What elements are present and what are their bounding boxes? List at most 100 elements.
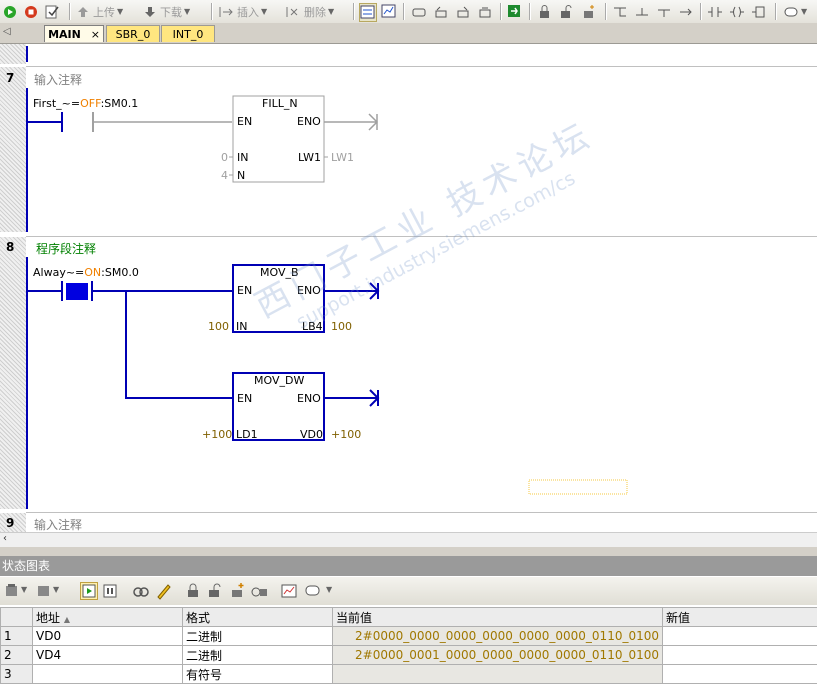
network-9-comment[interactable]: 输入注释 (34, 516, 82, 532)
tool-2-button[interactable] (433, 3, 449, 20)
ladder-editor[interactable]: 7 输入注释 First_~=OFF:SM0.1 FILL_N EN ENO I… (0, 44, 817, 532)
contact-button[interactable] (707, 3, 723, 20)
upload-arrow-icon (78, 6, 88, 17)
row-number[interactable]: 1 (0, 626, 33, 646)
tool-4-button[interactable] (477, 3, 493, 20)
comment-toggle-icon[interactable] (304, 584, 322, 598)
tab-sbr0[interactable]: SBR_0 (106, 25, 160, 42)
branch-down-button[interactable] (634, 3, 650, 20)
splitter[interactable] (0, 547, 817, 556)
table-row[interactable]: 3 有符号 (0, 664, 817, 684)
current-value-column-header[interactable]: 当前值 (332, 607, 663, 627)
trend-chart-icon[interactable] (281, 583, 297, 599)
table-row[interactable]: 1 VD0 二进制 2#0000_0000_0000_0000_0000_000… (0, 626, 817, 646)
lock-2-button[interactable] (559, 3, 574, 20)
address-cell[interactable]: VD4 (32, 645, 183, 665)
mov-b-in-value[interactable]: 100 (208, 320, 229, 333)
sort-ascending-icon: ▲ (63, 614, 70, 624)
tab-sbr0-label: SBR_0 (115, 28, 151, 41)
chart-view-icon[interactable] (36, 583, 52, 599)
format-cell[interactable]: 有符号 (182, 664, 333, 684)
new-value-cell[interactable] (662, 645, 817, 665)
format-column-header[interactable]: 格式 (182, 607, 333, 627)
mov-b-out-pin: LB4 (302, 320, 323, 333)
compile-button[interactable] (44, 3, 60, 20)
row-number[interactable]: 2 (0, 645, 33, 665)
upload-button[interactable]: 上传 ▼ (76, 3, 123, 20)
new-value-column-header[interactable]: 新值 (662, 607, 817, 627)
play-chart-icon (82, 584, 96, 598)
line-right-button[interactable] (678, 3, 694, 20)
force-lock-icon[interactable] (185, 583, 201, 599)
run-button[interactable] (3, 3, 17, 20)
box-button[interactable] (751, 3, 767, 20)
scroll-left-icon[interactable]: ‹ (3, 533, 7, 544)
chevron-down-icon[interactable]: ▼ (21, 585, 27, 594)
branch-button[interactable] (612, 3, 628, 20)
comment-dropdown-button[interactable]: ▼ (783, 3, 807, 20)
tab-close-icon[interactable]: × (91, 28, 100, 41)
address-column-header[interactable]: 地址 ▲ (32, 607, 183, 627)
editor-horizontal-scrollbar[interactable]: ‹ (0, 532, 817, 547)
tab-main[interactable]: MAIN × (44, 25, 104, 42)
tab-scroll-left-icon[interactable]: ◁ (3, 26, 11, 37)
redo-box-icon (457, 6, 469, 17)
stop-icon (25, 5, 37, 18)
mov-dw-out-value[interactable]: +100 (331, 428, 361, 441)
new-value-cell[interactable] (662, 626, 817, 646)
status-chart-header-row: 地址 ▲ 格式 当前值 新值 (0, 607, 817, 627)
tool-1-button[interactable] (411, 3, 427, 20)
address-cell[interactable]: VD0 (32, 626, 183, 646)
row-number[interactable]: 3 (0, 664, 33, 684)
stop-button[interactable] (24, 3, 38, 20)
tab-int0-label: INT_0 (172, 28, 204, 41)
status-chart-table: 地址 ▲ 格式 当前值 新值 1 VD0 二进制 2#0000_0000_000… (0, 607, 817, 684)
trend-view-button[interactable] (381, 3, 397, 20)
run-icon (4, 5, 16, 18)
export-button[interactable] (507, 3, 522, 20)
chart-status-button[interactable] (80, 582, 98, 600)
program-status-button[interactable] (359, 3, 377, 22)
add-chart-icon[interactable] (4, 583, 20, 599)
new-value-cell[interactable] (662, 664, 817, 684)
lock-button[interactable] (537, 3, 552, 20)
network-8-wiring (28, 264, 628, 495)
delete-label: 删除 (304, 5, 326, 19)
unforce-icon[interactable] (207, 583, 223, 599)
table-row[interactable]: 2 VD4 二进制 2#0000_0001_0000_0000_0000_000… (0, 645, 817, 665)
delete-button[interactable]: 删除 ▼ (285, 3, 334, 20)
cursor-placeholder[interactable] (528, 479, 628, 495)
mov-dw-in-value[interactable]: +100 (202, 428, 232, 441)
chevron-down-icon[interactable]: ▼ (53, 585, 59, 594)
read-icon[interactable] (133, 583, 149, 599)
download-button[interactable]: 下载 ▼ (143, 3, 190, 20)
mov-b-out-value[interactable]: 100 (331, 320, 352, 333)
coil-button[interactable] (729, 3, 745, 20)
lock-3-button[interactable] (581, 3, 596, 20)
tab-int0[interactable]: INT_0 (161, 25, 215, 42)
format-cell[interactable]: 二进制 (182, 626, 333, 646)
tool-3-button[interactable] (455, 3, 471, 20)
undo-box-icon (435, 6, 447, 17)
branch-up-button[interactable] (656, 3, 672, 20)
insert-button[interactable]: 插入 ▼ (218, 3, 267, 20)
network-9-number: 9 (6, 516, 15, 530)
lock-add-icon (584, 5, 594, 18)
network-8-wire-out (92, 290, 232, 399)
network-8-contact-power-flow (66, 283, 88, 300)
address-cell[interactable] (32, 664, 183, 684)
unforce-all-icon[interactable] (229, 582, 245, 599)
contact-icon (708, 6, 722, 17)
lock-icon (540, 5, 549, 18)
coil-icon (730, 6, 744, 17)
write-pencil-icon[interactable] (155, 582, 171, 600)
lock-open-icon (561, 5, 572, 18)
mov-dw-out-pin: VD0 (300, 428, 323, 441)
clear-box-icon (479, 7, 491, 17)
pause-chart-icon[interactable] (102, 583, 118, 599)
chevron-down-icon[interactable]: ▼ (326, 585, 332, 594)
mov-b-eno-output (324, 282, 380, 300)
read-forced-icon[interactable] (251, 583, 269, 599)
format-cell[interactable]: 二进制 (182, 645, 333, 665)
branch-down-icon (636, 7, 648, 15)
